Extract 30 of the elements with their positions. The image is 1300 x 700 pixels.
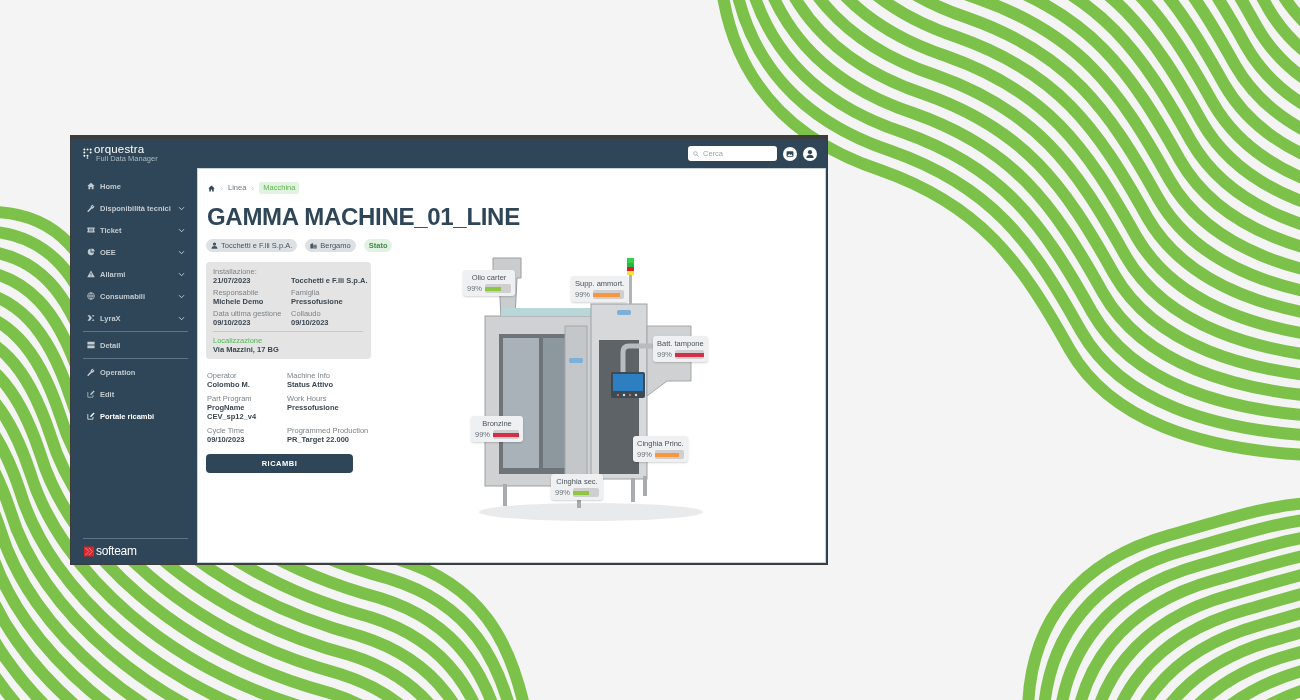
page-title: GAMMA MACHINE_01_LINE [207, 202, 521, 232]
home-icon[interactable] [208, 184, 215, 192]
wrench-icon [87, 368, 95, 376]
chevron-icon [178, 204, 185, 212]
chevron-icon [250, 185, 256, 191]
edit-icon [87, 412, 95, 420]
logo-dots-icon [83, 148, 92, 159]
logo-wordmark: orquestra [94, 144, 146, 155]
logo-icon [84, 545, 94, 557]
globe-icon [87, 292, 95, 300]
server-icon [87, 341, 95, 349]
chevron-icon [178, 314, 185, 322]
building-icon [310, 242, 318, 249]
wrench-icon [87, 204, 95, 212]
user-icon[interactable] [803, 146, 817, 161]
user-icon [211, 242, 218, 249]
warning-icon [87, 270, 95, 278]
ticket-icon [87, 226, 95, 234]
edit-icon [87, 390, 95, 398]
chevron-icon [178, 270, 185, 278]
image-icon[interactable] [783, 146, 797, 161]
chevron-icon [219, 185, 224, 191]
chevron-icon [178, 248, 185, 256]
arrows-icon [87, 314, 95, 322]
pie-chart-icon [87, 248, 95, 256]
logo-wordmark: softeam [96, 545, 137, 557]
home-icon [87, 182, 95, 190]
chevron-icon [178, 226, 185, 234]
chevron-icon [178, 292, 185, 300]
search-icon [693, 150, 699, 157]
